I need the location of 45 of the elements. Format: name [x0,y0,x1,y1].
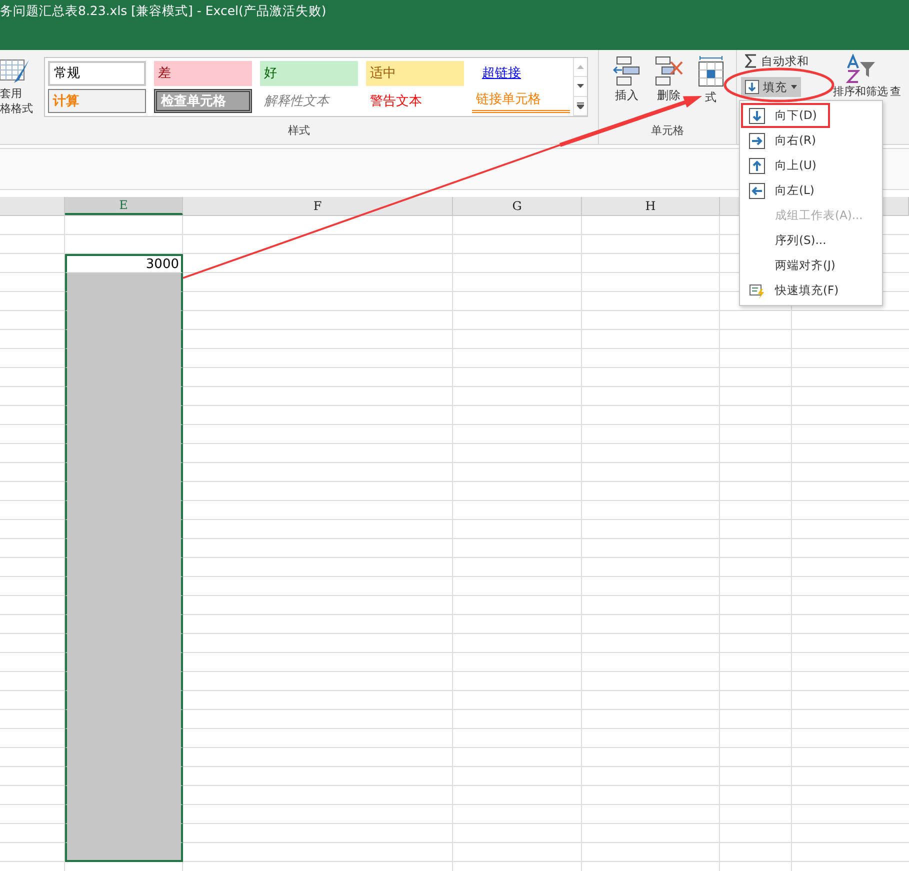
cell-style-option[interactable]: 警告文本 [366,88,464,113]
table-cell[interactable] [65,273,183,292]
cell-style-option[interactable]: 常规 [48,61,146,86]
group-label: 单元格 [650,123,685,139]
window-title: 务问题汇总表8.23.xls [兼容模式] - Excel(产品激活失败) [0,3,326,18]
caret-icon [791,85,797,89]
table-cell[interactable] [65,843,183,862]
scroll-down-icon[interactable] [577,84,584,88]
table-format-label[interactable]: 格格式 [0,101,33,116]
format-cells-icon [697,56,725,88]
menu-item[interactable]: 向左(L) [741,178,882,203]
column-header[interactable]: E [65,197,183,215]
insert-button[interactable]: 插入 [606,50,648,122]
group-label: 样式 [287,123,311,139]
delete-cells-icon [654,56,684,86]
fill-down-icon [745,80,759,94]
menu-item[interactable]: 序列(S)... [741,228,882,253]
cell-style-option[interactable]: 适中 [366,61,464,86]
column-header[interactable]: H [582,197,720,215]
table-cell[interactable]: 3000 [65,254,183,273]
arrow-left-icon [749,182,765,198]
arrow-down-icon [749,108,765,124]
arrow-up-icon [749,158,765,174]
menu-item[interactable]: 向下(D) [741,103,830,128]
format-button[interactable]: 式 [690,50,732,122]
insert-cells-icon [613,56,641,86]
menu-item[interactable]: 向上(U) [741,153,882,178]
autosum-button[interactable]: 自动求和 [741,51,813,71]
scroll-up-icon[interactable] [577,65,584,70]
column-header[interactable]: G [453,197,582,215]
cell-style-option[interactable]: 解释性文本 [260,88,358,113]
cell-style-option[interactable]: 好 [260,61,358,86]
sort-filter-icon [846,54,876,84]
arrow-right-icon [749,132,765,148]
fill-button[interactable]: 填充 [741,77,801,97]
table-format-label[interactable]: 套用 [0,86,22,101]
cell-style-option[interactable]: 差 [154,61,252,86]
menu-item[interactable]: 两端对齐(J) [741,253,882,278]
sigma-icon [745,54,757,68]
flash-fill-icon [749,282,765,298]
find-button[interactable]: 查 [890,50,901,144]
menu-item[interactable]: 快速填充(F) [741,278,882,303]
delete-button[interactable]: 删除 [648,50,690,122]
more-styles-icon[interactable] [577,102,584,110]
cell-style-option[interactable]: 超链接 [472,61,570,86]
